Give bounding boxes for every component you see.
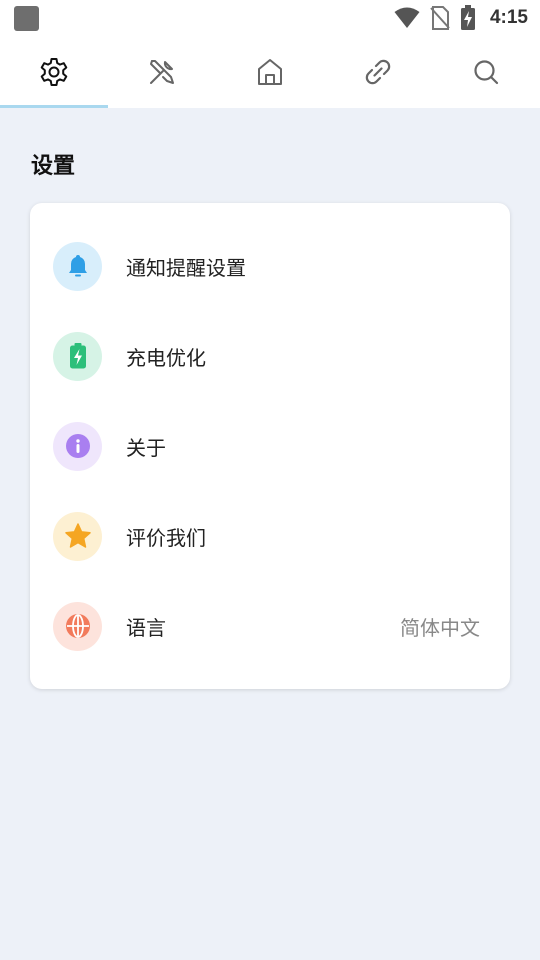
tab-settings[interactable] — [0, 36, 108, 108]
tools-icon — [150, 60, 174, 84]
settings-item-label: 语言 — [126, 615, 166, 640]
info-icon — [53, 421, 102, 471]
settings-card: 通知提醒设置 充电优化 关于 评价我们 语言 简体中文 — [30, 203, 510, 689]
top-tab-bar — [0, 36, 540, 108]
active-tab-indicator — [0, 105, 108, 108]
settings-item-label: 通知提醒设置 — [126, 255, 246, 280]
settings-item-label: 关于 — [126, 435, 166, 460]
app-icon — [14, 6, 39, 31]
bell-icon — [53, 241, 102, 291]
link-icon — [365, 59, 391, 85]
settings-item-rate-us[interactable]: 评价我们 — [30, 491, 510, 581]
settings-item-about[interactable]: 关于 — [30, 401, 510, 491]
status-icons: 4:15 — [394, 5, 528, 31]
globe-icon — [53, 601, 102, 651]
battery-icon — [53, 331, 102, 381]
star-icon — [53, 511, 102, 561]
home-icon — [258, 59, 282, 85]
tab-tools[interactable] — [108, 36, 216, 108]
tab-link[interactable] — [324, 36, 432, 108]
status-bar: 4:15 — [0, 0, 540, 36]
tab-search[interactable] — [432, 36, 540, 108]
gear-icon — [40, 58, 68, 86]
language-value: 简体中文 — [400, 615, 480, 640]
settings-item-label: 充电优化 — [126, 345, 206, 370]
no-sim-icon — [430, 6, 450, 30]
search-icon — [474, 60, 499, 85]
tab-home[interactable] — [216, 36, 324, 108]
page-title: 设置 — [31, 154, 76, 179]
settings-item-notifications[interactable]: 通知提醒设置 — [30, 221, 510, 311]
settings-item-charging[interactable]: 充电优化 — [30, 311, 510, 401]
settings-item-label: 评价我们 — [126, 525, 206, 550]
status-time: 4:15 — [489, 7, 528, 28]
battery-charging-icon — [460, 5, 475, 30]
wifi-icon — [394, 7, 420, 28]
settings-item-language[interactable]: 语言 简体中文 — [30, 581, 510, 671]
